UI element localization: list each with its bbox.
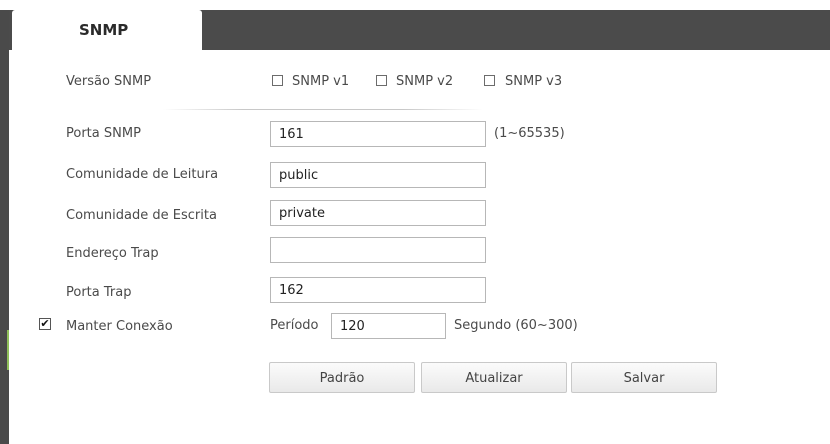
snmp-port-range: (1~65535) bbox=[494, 126, 565, 141]
period-label: Período bbox=[270, 318, 319, 333]
write-community-input[interactable] bbox=[270, 200, 486, 226]
period-unit-range: Segundo (60~300) bbox=[454, 318, 578, 333]
read-community-input[interactable] bbox=[270, 162, 486, 188]
left-border bbox=[0, 10, 9, 444]
snmp-v3-label: SNMP v3 bbox=[505, 74, 563, 89]
trap-address-label: Endereço Trap bbox=[66, 246, 159, 261]
default-button[interactable]: Padrão bbox=[269, 362, 415, 393]
trap-port-input[interactable] bbox=[270, 277, 486, 303]
snmp-v2-label: SNMP v2 bbox=[396, 74, 454, 89]
read-community-label: Comunidade de Leitura bbox=[66, 167, 219, 182]
trap-address-input[interactable] bbox=[270, 237, 486, 263]
snmp-port-label: Porta SNMP bbox=[66, 126, 141, 141]
write-community-label: Comunidade de Escrita bbox=[66, 208, 217, 223]
period-input[interactable] bbox=[331, 313, 446, 339]
section-divider bbox=[163, 109, 483, 110]
keep-connection-label: Manter Conexão bbox=[66, 319, 173, 334]
top-strip bbox=[0, 0, 830, 10]
tab-snmp[interactable]: SNMP bbox=[12, 10, 202, 50]
trap-port-label: Porta Trap bbox=[66, 285, 132, 300]
keep-connection-checkbox[interactable]: ✔ bbox=[39, 318, 51, 330]
tab-snmp-label: SNMP bbox=[79, 21, 129, 39]
snmp-v3-checkbox[interactable] bbox=[484, 75, 495, 86]
snmp-v1-label: SNMP v1 bbox=[292, 74, 350, 89]
snmp-port-input[interactable] bbox=[270, 121, 486, 147]
snmp-v2-checkbox[interactable] bbox=[376, 75, 387, 86]
save-button[interactable]: Salvar bbox=[571, 362, 717, 393]
snmp-version-label: Versão SNMP bbox=[66, 74, 152, 89]
refresh-button[interactable]: Atualizar bbox=[421, 362, 567, 393]
snmp-v1-checkbox[interactable] bbox=[272, 75, 283, 86]
